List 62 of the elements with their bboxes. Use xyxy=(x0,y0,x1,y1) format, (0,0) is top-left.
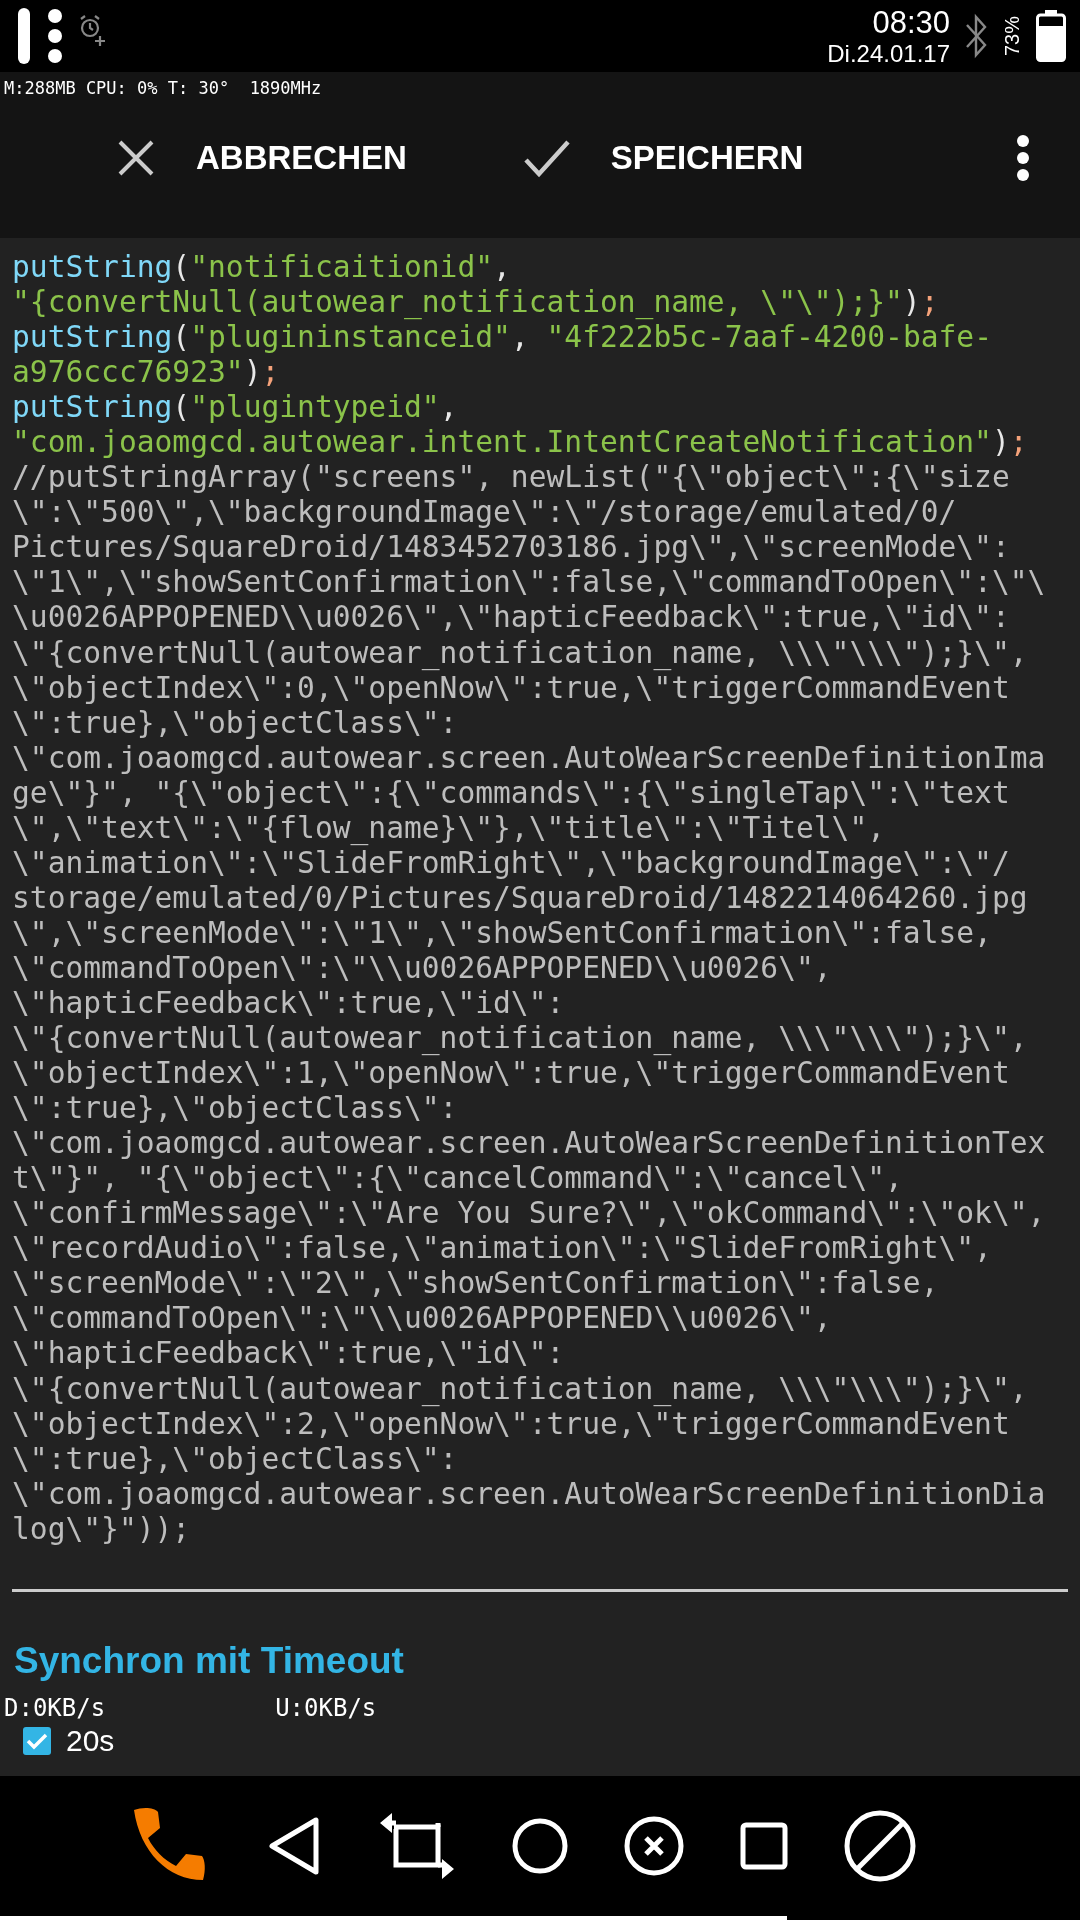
rotate-screen-icon[interactable] xyxy=(378,1813,456,1879)
code-line: "com.joaomgcd.autowear.intent.IntentCreateNotification"); xyxy=(12,425,1028,461)
close-circle-icon[interactable] xyxy=(624,1816,684,1876)
pill-icon xyxy=(16,6,32,66)
checkbox[interactable] xyxy=(22,1725,52,1756)
code-line: putString("notificaitionid", xyxy=(12,250,511,286)
code-line: storage/emulated/0/Pictures/SquareDroid/1482214064260.jpg xyxy=(12,880,1028,916)
cancel-button[interactable]: ABBRECHEN xyxy=(108,130,415,186)
alarm-plus-icon xyxy=(78,14,108,48)
code-line: \u0026APPOPENED\\u0026\",\"hapticFeedback\":true,\"id\": xyxy=(12,600,1010,636)
code-line: \"com.joaomgcd.autowear.screen.AutoWearScreenDefinitionTex xyxy=(12,1126,1046,1162)
code-line: \":true},\"objectClass\": xyxy=(12,1441,458,1477)
code-line: \"objectIndex\":1,\"openNow\":true,\"triggerCommandEvent xyxy=(12,1056,1010,1092)
close-icon xyxy=(116,138,156,178)
code-line: \"animation\":\"SlideFromRight\",\"backgroundImage\":\"/ xyxy=(12,845,1010,881)
code-line: \"com.joaomgcd.autowear.screen.AutoWearScreenDefinitionDia xyxy=(12,1476,1046,1512)
code-line: \":\"500\",\"backgroundImage\":\"/storage/emulated/0/ xyxy=(12,495,957,531)
code-line: \"com.joaomgcd.autowear.screen.AutoWearScreenDefinitionIma xyxy=(12,740,1046,776)
code-line: \",\"screenMode\":\"1\",\"showSentConfirmation\":false, xyxy=(12,915,992,951)
square-icon[interactable] xyxy=(740,1822,788,1870)
back-icon[interactable] xyxy=(268,1816,322,1876)
block-icon[interactable] xyxy=(844,1810,916,1882)
code-line: \",\"text\":\"{flow_name}\"},\"title\":\"Titel\", xyxy=(12,810,886,846)
code-line: \"commandToOpen\":\"\\u0026APPOPENED\\u0026\", xyxy=(12,1301,832,1337)
vertical-dots-icon xyxy=(46,8,64,64)
timeout-value: 20s xyxy=(66,1725,115,1756)
upload-rate: U:0KB/s xyxy=(275,1693,377,1722)
code-line: putString("plugininstanceid", "4f222b5c-7aaf-4200-bafe- xyxy=(12,320,992,356)
system-stats-overlay: M:288MB CPU: 0% T: 30° 1890MHz xyxy=(3,77,322,98)
code-line: \"screenMode\":\"2\",\"showSentConfirmation\":false, xyxy=(12,1266,939,1302)
home-icon[interactable] xyxy=(512,1818,568,1874)
code-line: \"hapticFeedback\":true,\"id\": xyxy=(12,1336,565,1372)
code-line: ge\"}", "{\"object\":{\"commands\":{\"singleTap\":\"text xyxy=(12,775,1010,811)
checkmark-icon xyxy=(522,138,571,178)
code-line: \"{convertNull(autowear_notification_name, \\\"\\\");}\", xyxy=(12,1371,1028,1407)
code-line: //putStringArray("screens", newList("{\"object\":{\"size xyxy=(12,460,1010,496)
code-line: putString("plugintypeid", xyxy=(12,390,458,426)
code-line: \"commandToOpen\":\"\\u0026APPOPENED\\u0026\", xyxy=(12,950,832,986)
code-line: \"objectIndex\":2,\"openNow\":true,\"triggerCommandEvent xyxy=(12,1406,1010,1442)
more-vert-icon xyxy=(1016,134,1030,182)
code-line: "{convertNull(autowear_notification_name, \"\");}"); xyxy=(12,285,939,321)
code-line: \"objectIndex\":0,\"openNow\":true,\"triggerCommandEvent xyxy=(12,670,1010,706)
clock-time: 08:30 xyxy=(872,6,950,38)
battery-icon xyxy=(1036,10,1066,62)
code-line: t\"}", "{\"object\":{\"cancelCommand\":\"cancel\", xyxy=(12,1161,903,1197)
code-line: Pictures/SquareDroid/1483452703186.jpg\",\"screenMode\": xyxy=(12,530,1010,566)
code-line: \"recordAudio\":false,\"animation\":\"SlideFromRight\", xyxy=(12,1231,992,1267)
code-line: \":true},\"objectClass\": xyxy=(12,1091,458,1127)
download-rate: D:0KB/s xyxy=(4,1693,106,1722)
code-line: \"{convertNull(autowear_notification_name, \\\"\\\");}\", xyxy=(12,1021,1028,1057)
code-line: \"1\",\"showSentConfirmation\":false,\"commandToOpen\":\"\ xyxy=(12,565,1046,601)
code-line: \"confirmMessage\":\"Are You Sure?\",\"okCommand\":\"ok\", xyxy=(12,1196,1046,1232)
code-line: \"{convertNull(autowear_notification_name, \\\"\\\");}\", xyxy=(12,635,1028,671)
save-button[interactable]: SPEICHERN xyxy=(514,130,812,186)
code-line: a976ccc76923"); xyxy=(12,355,280,391)
code-line: \":true},\"objectClass\": xyxy=(12,705,458,741)
bluetooth-icon xyxy=(964,13,988,59)
code-line: \"hapticFeedback\":true,\"id\": xyxy=(12,986,565,1022)
code-line: log\"}")); xyxy=(12,1511,191,1547)
battery-percent: 73% xyxy=(1002,16,1022,56)
section-title: Synchron mit Timeout xyxy=(14,1639,404,1682)
status-date: Di.24.01.17 xyxy=(827,41,950,66)
